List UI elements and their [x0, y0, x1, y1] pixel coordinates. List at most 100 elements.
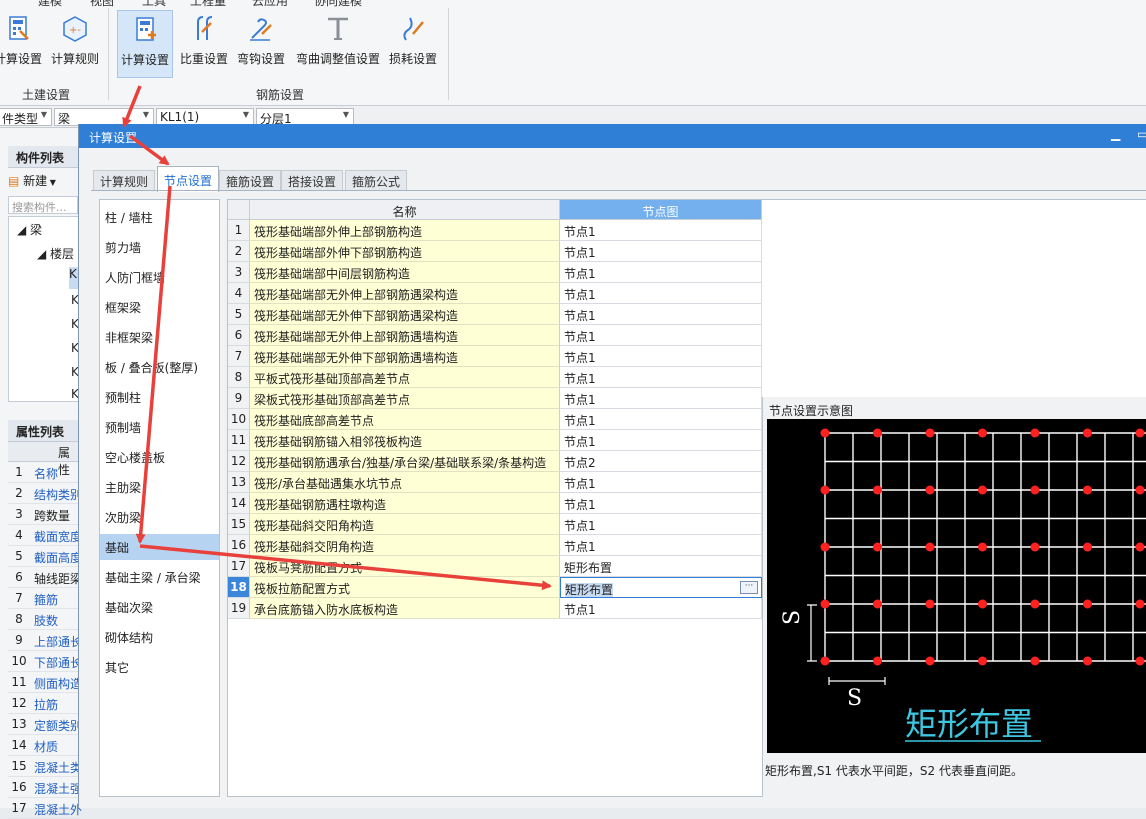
- menu-item[interactable]: 云应用: [252, 0, 288, 9]
- property-row[interactable]: 13 定额类别: [8, 714, 82, 735]
- property-row[interactable]: 1 名称: [8, 462, 80, 483]
- ellipsis-button[interactable]: ···: [740, 581, 758, 594]
- table-row[interactable]: 9 梁板式筏形基础顶部高差节点 节点1: [228, 388, 762, 409]
- table-row[interactable]: 10 筏形基础底部高差节点 节点1: [228, 409, 762, 430]
- rebar-calc-settings-button[interactable]: 计算设置: [117, 10, 173, 78]
- category-item[interactable]: 剪力墙: [100, 234, 219, 260]
- property-row[interactable]: 8 肢数: [8, 609, 80, 630]
- menu-item[interactable]: 视图: [90, 0, 114, 9]
- table-row[interactable]: 17 筏板马凳筋配置方式 矩形布置: [228, 556, 762, 577]
- property-row[interactable]: 10 下部通长: [8, 651, 82, 672]
- row-node-value[interactable]: 节点1: [560, 220, 762, 241]
- civil-calc-rules-button[interactable]: +- 计算规则: [48, 10, 102, 78]
- property-row[interactable]: 11 侧面构造: [8, 672, 82, 693]
- hook-settings-button[interactable]: 弯钩设置: [234, 10, 288, 78]
- category-item[interactable]: 主肋梁: [100, 474, 219, 500]
- row-node-value[interactable]: 节点1: [560, 493, 762, 514]
- bend-adjust-settings-button[interactable]: 弯曲调整值设置: [292, 10, 384, 78]
- property-row[interactable]: 9 上部通长: [8, 630, 82, 651]
- row-node-value[interactable]: 矩形布置 ···: [560, 577, 762, 598]
- tree-node-floor[interactable]: ◢ 楼层: [37, 245, 74, 262]
- row-node-value[interactable]: 节点1: [560, 325, 762, 346]
- table-row[interactable]: 16 筏形基础斜交阴角构造 节点1: [228, 535, 762, 556]
- property-row[interactable]: 4 截面宽度: [8, 525, 82, 546]
- table-row[interactable]: 5 筏形基础端部无外伸下部钢筋遇梁构造 节点1: [228, 304, 762, 325]
- category-item[interactable]: 砌体结构: [100, 624, 219, 650]
- tab-stirrup-settings[interactable]: 箍筋设置: [219, 170, 282, 190]
- row-node-value[interactable]: 节点1: [560, 535, 762, 556]
- table-row[interactable]: 2 筏形基础端部外伸下部钢筋构造 节点1: [228, 241, 762, 262]
- category-item[interactable]: 预制墙: [100, 414, 219, 440]
- table-row[interactable]: 11 筏形基础钢筋锚入相邻筏板构造 节点1: [228, 430, 762, 451]
- table-row[interactable]: 15 筏形基础斜交阳角构造 节点1: [228, 514, 762, 535]
- row-node-value[interactable]: 节点1: [560, 409, 762, 430]
- menu-item[interactable]: 协同建模: [314, 0, 362, 9]
- property-row[interactable]: 5 截面高度: [8, 546, 82, 567]
- tie-bar-dot: [820, 428, 830, 438]
- civil-calc-settings-button[interactable]: 计算设置: [0, 10, 42, 78]
- property-row[interactable]: 2 结构类别: [8, 483, 82, 504]
- property-row[interactable]: 7 箍筋: [8, 588, 80, 609]
- category-item[interactable]: 基础次梁: [100, 594, 219, 620]
- table-row[interactable]: 18 筏板拉筋配置方式 矩形布置 ···: [228, 577, 762, 598]
- category-item[interactable]: 柱 / 墙柱: [100, 204, 219, 230]
- row-node-value[interactable]: 节点1: [560, 262, 762, 283]
- table-row[interactable]: 6 筏形基础端部无外伸上部钢筋遇墙构造 节点1: [228, 325, 762, 346]
- chevron-down-icon: ▼: [242, 110, 249, 119]
- tab-stirrup-formula[interactable]: 箍筋公式: [345, 170, 408, 190]
- menu-item[interactable]: 工具: [142, 0, 166, 9]
- tree-node-beam[interactable]: ◢ 梁: [17, 221, 42, 238]
- property-row[interactable]: 12 拉筋: [8, 693, 80, 714]
- table-row[interactable]: 4 筏形基础端部无外伸上部钢筋遇梁构造 节点1: [228, 283, 762, 304]
- tab-calc-rules[interactable]: 计算规则: [93, 170, 156, 190]
- category-item[interactable]: 基础: [100, 534, 219, 560]
- row-node-value[interactable]: 节点1: [560, 388, 762, 409]
- row-node-value[interactable]: 节点2: [560, 451, 762, 472]
- table-row[interactable]: 19 承台底筋锚入防水底板构造 节点1: [228, 598, 762, 619]
- category-item[interactable]: 人防门框墙: [100, 264, 219, 290]
- property-row[interactable]: 6 轴线距梁: [8, 567, 82, 588]
- table-row[interactable]: 7 筏形基础端部无外伸下部钢筋遇墙构造 节点1: [228, 346, 762, 367]
- search-component-input[interactable]: 搜索构件...: [8, 196, 78, 214]
- row-node-value[interactable]: 节点1: [560, 304, 762, 325]
- category-item[interactable]: 非框架梁: [100, 324, 219, 350]
- property-row[interactable]: 16 混凝土强: [8, 777, 82, 798]
- category-item[interactable]: 其它: [100, 654, 219, 680]
- table-row[interactable]: 13 筏形/承台基础遇集水坑节点 节点1: [228, 472, 762, 493]
- property-row[interactable]: 14 材质: [8, 735, 80, 756]
- row-node-value[interactable]: 矩形布置: [560, 556, 762, 577]
- tab-node-settings[interactable]: 节点设置: [157, 166, 220, 192]
- component-type-combo[interactable]: 件类型 ▼: [0, 108, 52, 126]
- menu-item[interactable]: 工程量: [190, 0, 226, 9]
- row-node-value[interactable]: 节点1: [560, 367, 762, 388]
- category-item[interactable]: 框架梁: [100, 294, 219, 320]
- row-node-value[interactable]: 节点1: [560, 472, 762, 493]
- category-item[interactable]: 板 / 叠合板(整厚): [100, 354, 219, 380]
- tab-lap-settings[interactable]: 搭接设置: [281, 170, 344, 190]
- row-node-value[interactable]: 节点1: [560, 598, 762, 619]
- loss-settings-button[interactable]: 损耗设置: [386, 10, 440, 78]
- property-row[interactable]: 15 混凝土类: [8, 756, 82, 777]
- category-item[interactable]: 基础主梁 / 承台梁: [100, 564, 219, 590]
- category-item[interactable]: 空心楼盖板: [100, 444, 219, 470]
- new-component-button[interactable]: ▤ 新建 ▼: [8, 172, 78, 194]
- row-node-value[interactable]: 节点1: [560, 514, 762, 535]
- minimize-icon[interactable]: ▁: [1111, 127, 1120, 141]
- property-row[interactable]: 17 混凝土外: [8, 798, 82, 819]
- row-node-value[interactable]: 节点1: [560, 346, 762, 367]
- table-row[interactable]: 3 筏形基础端部中间层钢筋构造 节点1: [228, 262, 762, 283]
- row-node-value[interactable]: 节点1: [560, 283, 762, 304]
- menu-item[interactable]: 建模: [38, 0, 62, 9]
- category-item[interactable]: 预制柱: [100, 384, 219, 410]
- table-row[interactable]: 8 平板式筏形基础顶部高差节点 节点1: [228, 367, 762, 388]
- table-row[interactable]: 12 筏形基础钢筋遇承台/独基/承台梁/基础联系梁/条基构造 节点2: [228, 451, 762, 472]
- category-item[interactable]: 次肋梁: [100, 504, 219, 530]
- row-node-value[interactable]: 节点1: [560, 241, 762, 262]
- table-row[interactable]: 1 筏形基础端部外伸上部钢筋构造 节点1: [228, 220, 762, 241]
- property-row[interactable]: 3 跨数量: [8, 504, 80, 525]
- maximize-icon[interactable]: ▭: [1137, 127, 1146, 141]
- row-node-value[interactable]: 节点1: [560, 430, 762, 451]
- tie-bar-dot: [873, 656, 882, 666]
- density-settings-button[interactable]: 比重设置: [177, 10, 231, 78]
- table-row[interactable]: 14 筏形基础钢筋遇柱墩构造 节点1: [228, 493, 762, 514]
